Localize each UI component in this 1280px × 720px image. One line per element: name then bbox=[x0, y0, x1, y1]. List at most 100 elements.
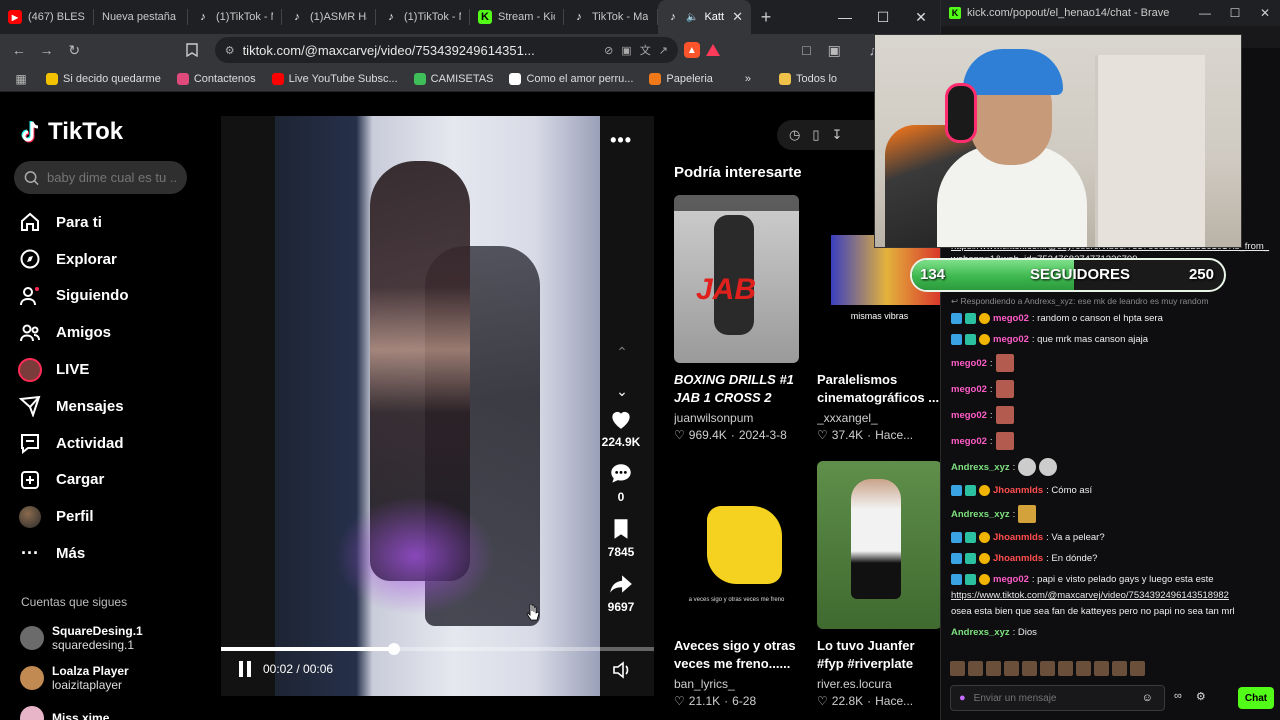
bookmarks-folder[interactable]: Todos lo bbox=[779, 72, 837, 85]
avatar[interactable] bbox=[20, 666, 44, 690]
download-icon[interactable]: ↧ bbox=[832, 127, 843, 143]
recommendation-author[interactable]: juanwilsonpum bbox=[674, 411, 799, 425]
browser-tab[interactable]: ♪ (1)ASMR Ha bbox=[282, 0, 375, 34]
browser-tab[interactable]: ♪ TikTok - Ma bbox=[564, 0, 657, 34]
maximize-button[interactable]: ☐ bbox=[864, 9, 902, 26]
recommendation-thumbnail[interactable] bbox=[817, 461, 940, 629]
nav-item-cargar[interactable]: Cargar bbox=[18, 462, 198, 499]
chat-emote-icon[interactable] bbox=[1018, 505, 1037, 523]
chat-username[interactable]: Andrexs_xyz bbox=[951, 461, 1010, 474]
address-bar[interactable]: ⚙ tiktok.com/@maxcarvej/video/7534392496… bbox=[214, 37, 678, 63]
chat-input-box[interactable]: ● ☺ bbox=[950, 685, 1165, 711]
close-tab-icon[interactable]: ✕ bbox=[732, 9, 743, 25]
chat-settings-icon[interactable]: ⚙ bbox=[1196, 690, 1206, 703]
nav-item-perfil[interactable]: Perfil bbox=[18, 498, 198, 535]
emote-icon[interactable] bbox=[986, 661, 1001, 676]
chevron-up-icon[interactable]: ⌃ bbox=[616, 344, 628, 361]
emote-icon[interactable] bbox=[1112, 661, 1127, 676]
nav-item-más[interactable]: ··· Más bbox=[18, 535, 198, 572]
emote-icon[interactable] bbox=[1040, 661, 1055, 676]
chat-emote-icon[interactable] bbox=[995, 432, 1014, 450]
tracking-icon[interactable]: ⊘ bbox=[604, 44, 613, 57]
browser-tab[interactable]: ♪ 🔈 Katt ✕ bbox=[658, 0, 751, 34]
like-action[interactable]: 224.9K bbox=[602, 406, 640, 461]
chat-username[interactable]: Jhoanmlds bbox=[993, 531, 1043, 544]
emote-icon[interactable] bbox=[1094, 661, 1109, 676]
save-action[interactable]: 7845 bbox=[608, 516, 634, 571]
forward-button[interactable]: → bbox=[36, 39, 58, 61]
video-frame[interactable] bbox=[275, 116, 600, 696]
extensions-icon[interactable]: □ bbox=[796, 39, 818, 61]
browser-tab[interactable]: ♪ (1)TikTok - M bbox=[376, 0, 469, 34]
video-progress-bar[interactable] bbox=[221, 643, 654, 655]
translate-icon[interactable]: 文 bbox=[640, 42, 651, 58]
recommendation-author[interactable]: _xxxangel_ bbox=[817, 411, 940, 425]
bookmark-item[interactable]: Contactenos bbox=[176, 72, 256, 85]
recommendation-caption[interactable]: BOXING DRILLS #1 JAB 1 CROSS 2 HOO... bbox=[674, 371, 799, 407]
bookmark-item[interactable]: CAMISETAS bbox=[413, 72, 493, 85]
chat-link[interactable]: https://www.tiktok.com/@maxcarvej/video/… bbox=[951, 589, 1229, 602]
site-settings-icon[interactable]: ⚙ bbox=[225, 44, 235, 57]
chat-maximize-button[interactable]: ☐ bbox=[1220, 6, 1250, 20]
comment-icon[interactable] bbox=[608, 461, 634, 487]
bookmark-save-icon[interactable] bbox=[608, 516, 634, 542]
following-item[interactable]: Miss xime bbox=[20, 698, 200, 720]
chat-close-button[interactable]: ✕ bbox=[1250, 6, 1280, 20]
emote-icon[interactable] bbox=[1058, 661, 1073, 676]
nav-item-siguiendo[interactable]: Siguiendo bbox=[18, 278, 198, 315]
recommendation-thumbnail[interactable]: JAB bbox=[674, 195, 799, 363]
browser-tab[interactable]: Nueva pestaña bbox=[94, 0, 187, 34]
search-box[interactable] bbox=[14, 161, 187, 194]
bookmark-item[interactable]: Live YouTube Subsc... bbox=[271, 72, 398, 85]
nav-item-mensajes[interactable]: Mensajes bbox=[18, 388, 198, 425]
nav-item-amigos[interactable]: Amigos bbox=[18, 314, 198, 351]
recommendation-caption[interactable]: Paralelismos cinematográficos ... bbox=[817, 371, 940, 407]
following-item[interactable]: SquareDesing.1 squaredesing.1 bbox=[20, 618, 200, 658]
following-item[interactable]: Loalza Player loaizitaplayer bbox=[20, 658, 200, 698]
reload-button[interactable]: ↻ bbox=[63, 39, 85, 61]
chat-minimize-button[interactable]: — bbox=[1190, 6, 1220, 20]
chat-emote-icon[interactable] bbox=[995, 380, 1014, 398]
chat-emote-icon[interactable] bbox=[1018, 458, 1037, 476]
emote-icon[interactable] bbox=[1022, 661, 1037, 676]
video-player[interactable]: ••• ⌃ ⌄ 224.9K 0 7845 9697 00:02 / 00:06 bbox=[221, 116, 654, 696]
cast-icon[interactable]: ▣ bbox=[621, 44, 631, 57]
emote-icon[interactable] bbox=[968, 661, 983, 676]
browser-tab[interactable]: ♪ (1)TikTok - M bbox=[188, 0, 281, 34]
share-icon[interactable]: ↗ bbox=[659, 44, 668, 57]
heart-icon[interactable] bbox=[608, 406, 634, 432]
video-more-options-icon[interactable]: ••• bbox=[610, 130, 632, 151]
device-icon[interactable]: ▯ bbox=[812, 127, 819, 143]
emote-icon[interactable] bbox=[1004, 661, 1019, 676]
search-input[interactable] bbox=[47, 170, 177, 185]
chat-username[interactable]: mego02 bbox=[951, 357, 987, 370]
recommendation-caption[interactable]: Aveces sigo y otras veces me freno...... bbox=[674, 637, 799, 673]
nav-item-explorar[interactable]: Explorar bbox=[18, 241, 198, 278]
nav-item-actividad[interactable]: Actividad bbox=[18, 425, 198, 462]
chat-username[interactable]: Andrexs_xyz bbox=[951, 508, 1010, 521]
speed-icon[interactable]: ◷ bbox=[789, 127, 800, 143]
recommendation-card[interactable]: JAB BOXING DRILLS #1 JAB 1 CROSS 2 HOO..… bbox=[674, 195, 799, 442]
back-button[interactable]: ← bbox=[8, 39, 30, 61]
screenshot-icon[interactable]: ▣ bbox=[823, 39, 845, 61]
comment-action[interactable]: 0 bbox=[608, 461, 634, 516]
emote-icon[interactable] bbox=[1130, 661, 1145, 676]
chat-emote-icon[interactable] bbox=[995, 354, 1014, 372]
emoji-icon[interactable]: ☺ bbox=[1142, 692, 1153, 704]
browser-tab[interactable]: ▶ (467) BLESS bbox=[0, 0, 93, 34]
browser-tab[interactable]: K Stream - Kic bbox=[470, 0, 563, 34]
avatar[interactable] bbox=[20, 706, 44, 720]
recommendation-caption[interactable]: Lo tuvo Juanfer #fyp #riverplate bbox=[817, 637, 940, 673]
recommendation-author[interactable]: river.es.locura bbox=[817, 677, 940, 691]
emote-icon[interactable] bbox=[1076, 661, 1091, 676]
minimize-button[interactable]: — bbox=[826, 9, 864, 26]
chat-username[interactable]: Jhoanmlds bbox=[993, 484, 1043, 497]
chat-emote-icon[interactable] bbox=[995, 406, 1014, 424]
brave-rewards-icon[interactable] bbox=[705, 44, 720, 56]
pause-icon[interactable] bbox=[239, 661, 253, 677]
chat-username[interactable]: mego02 bbox=[951, 409, 987, 422]
bookmark-item[interactable]: Como el amor perru... bbox=[509, 72, 633, 85]
apps-grid-icon[interactable]: ▦ bbox=[10, 68, 32, 90]
bookmarks-more-button[interactable]: » bbox=[745, 73, 751, 85]
chat-send-button[interactable]: Chat bbox=[1238, 687, 1274, 709]
